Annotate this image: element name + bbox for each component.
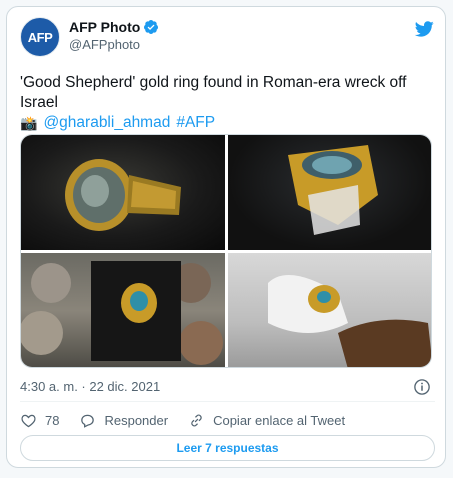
reply-button[interactable]: Responder xyxy=(79,412,168,429)
heart-icon xyxy=(21,414,36,427)
like-count: 78 xyxy=(45,412,60,428)
avatar[interactable]: AFP xyxy=(20,17,60,57)
twitter-bird-icon[interactable] xyxy=(413,19,435,39)
tweet-text: 'Good Shepherd' gold ring found in Roman… xyxy=(20,73,435,133)
tweet-header: AFP AFP Photo @AFPphoto xyxy=(20,17,435,59)
tweet-timestamp[interactable]: 4:30 a. m. · 22 dic. 2021 xyxy=(20,379,160,394)
verified-badge-icon xyxy=(144,20,159,34)
like-button[interactable]: 78 xyxy=(20,412,59,429)
divider xyxy=(20,401,435,402)
copy-link-label: Copiar enlace al Tweet xyxy=(213,412,346,428)
media-image-3[interactable] xyxy=(21,253,225,367)
reply-label: Responder xyxy=(104,412,169,428)
copy-link-button[interactable]: Copiar enlace al Tweet xyxy=(188,412,345,429)
media-image-2[interactable] xyxy=(228,135,431,250)
camera-icon: 📸 xyxy=(20,115,38,131)
link-icon xyxy=(191,414,202,426)
media-image-1[interactable] xyxy=(21,135,225,250)
hashtag-link[interactable]: #AFP xyxy=(176,113,215,133)
media-image-4[interactable] xyxy=(228,253,431,367)
read-replies-button[interactable]: Leer 7 respuestas xyxy=(20,435,435,461)
mention-link[interactable]: @gharabli_ahmad xyxy=(43,113,170,133)
author-names[interactable]: AFP Photo @AFPphoto xyxy=(69,19,159,52)
media-grid xyxy=(20,134,432,368)
author-handle[interactable]: @AFPphoto xyxy=(69,37,159,52)
tweet-headline: 'Good Shepherd' gold ring found in Roman… xyxy=(20,74,407,111)
reply-icon xyxy=(81,414,95,428)
tweet-actions: 78 Responder Copiar enlace al Tweet xyxy=(20,411,365,429)
author-name[interactable]: AFP Photo xyxy=(69,19,140,35)
avatar-text: AFP xyxy=(27,29,53,45)
info-icon[interactable] xyxy=(413,378,431,396)
tweet-card: AFP AFP Photo @AFPphoto 'Good Shepherd' … xyxy=(6,6,446,468)
